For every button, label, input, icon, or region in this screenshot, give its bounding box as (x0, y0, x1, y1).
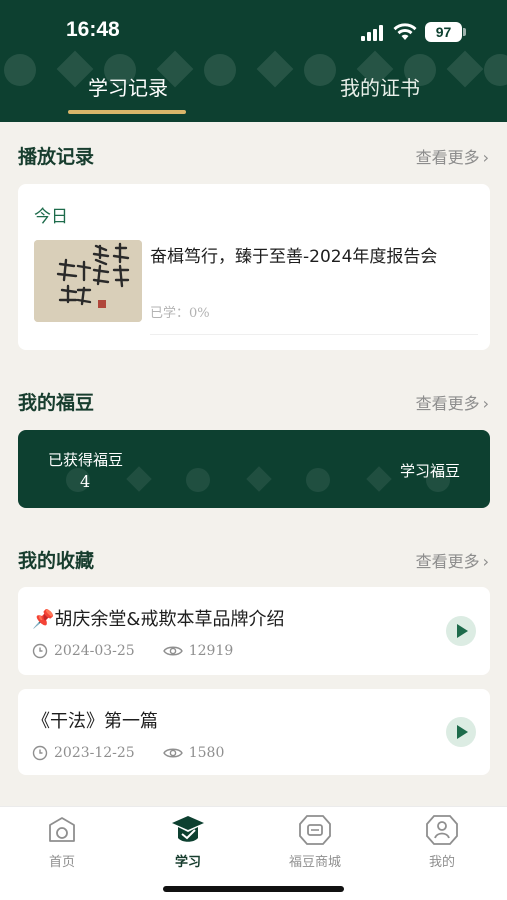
graduation-cap-icon (143, 813, 233, 847)
status-time: 16:48 (66, 18, 120, 41)
tabbar-label: 首页 (48, 855, 75, 870)
eye-icon (162, 644, 183, 658)
tabbar-label: 福豆商城 (288, 855, 341, 870)
status-bar: 16:48 97 (0, 0, 507, 60)
active-tab-indicator (68, 110, 186, 114)
beans-count: 4 (80, 472, 91, 491)
favorite-meta: 2024-03-25 12919 (32, 643, 233, 659)
play-history-more-link[interactable]: 查看更多 › (416, 144, 489, 168)
chevron-right-icon: › (482, 552, 489, 571)
home-icon (17, 813, 107, 847)
learn-beans-link[interactable]: 学习福豆 (400, 460, 460, 481)
favorite-date: 2024-03-25 (54, 643, 135, 659)
tabbar-item-study[interactable]: 学习 (143, 813, 233, 870)
divider (150, 334, 478, 335)
header: 16:48 97 学习记录 我的证书 (0, 0, 507, 122)
tabbar-label: 学习 (174, 855, 201, 870)
tab-study-records[interactable]: 学习记录 (70, 72, 186, 104)
favorite-views: 12919 (188, 643, 234, 659)
favorites-more-link[interactable]: 查看更多 › (416, 548, 489, 572)
tabbar-item-profile[interactable]: 我的 (397, 813, 487, 870)
battery-indicator: 97 (425, 22, 462, 42)
clock-icon (32, 745, 48, 761)
day-label: 今日 (34, 207, 68, 227)
favorite-item[interactable]: 📌胡庆余堂&戒欺本草品牌介绍 2024-03-25 12919 (18, 587, 490, 675)
cellular-signal-icon (361, 25, 383, 41)
more-label: 查看更多 (415, 552, 480, 571)
calligraphy-thumbnail-icon (34, 240, 142, 322)
favorite-views: 1580 (188, 745, 225, 761)
tabbar-item-shop[interactable]: 福豆商城 (270, 813, 360, 870)
favorite-meta: 2023-12-25 1580 (32, 745, 224, 761)
play-icon[interactable] (446, 717, 476, 747)
eye-icon (162, 746, 183, 760)
play-history-title: 播放记录 (18, 146, 95, 168)
record-title[interactable]: 奋楫笃行，臻于至善-2024年度报告会 (150, 242, 437, 267)
tabbar-label: 我的 (428, 855, 455, 870)
video-thumbnail[interactable] (34, 240, 142, 322)
record-progress: 已学：0% (150, 306, 210, 321)
favorite-date: 2023-12-25 (54, 745, 135, 761)
play-history-card: 今日 奋楫笃行，臻于至善-2024年度报告会 已学：0% (18, 184, 490, 350)
favorites-title: 我的收藏 (18, 550, 95, 572)
shop-icon (270, 813, 360, 847)
tab-my-certificates[interactable]: 我的证书 (322, 72, 438, 104)
chevron-right-icon: › (482, 394, 489, 413)
more-label: 查看更多 (415, 394, 480, 413)
favorite-title: 📌胡庆余堂&戒欺本草品牌介绍 (32, 609, 285, 630)
beans-title: 我的福豆 (18, 392, 95, 414)
wifi-icon (393, 23, 417, 40)
battery-tip (463, 28, 466, 36)
tabbar-item-home[interactable]: 首页 (17, 813, 107, 870)
chevron-right-icon: › (482, 148, 489, 167)
favorite-item[interactable]: 《干法》第一篇 2023-12-25 1580 (18, 689, 490, 775)
clock-icon (32, 643, 48, 659)
more-label: 查看更多 (415, 148, 480, 167)
beans-more-link[interactable]: 查看更多 › (416, 390, 489, 414)
home-indicator (163, 886, 344, 892)
play-icon[interactable] (446, 616, 476, 646)
beans-card[interactable]: 已获得福豆 4 学习福豆 (18, 430, 490, 508)
profile-icon (397, 813, 487, 847)
favorite-title: 《干法》第一篇 (32, 711, 158, 732)
beans-earned-label: 已获得福豆 (48, 451, 124, 469)
